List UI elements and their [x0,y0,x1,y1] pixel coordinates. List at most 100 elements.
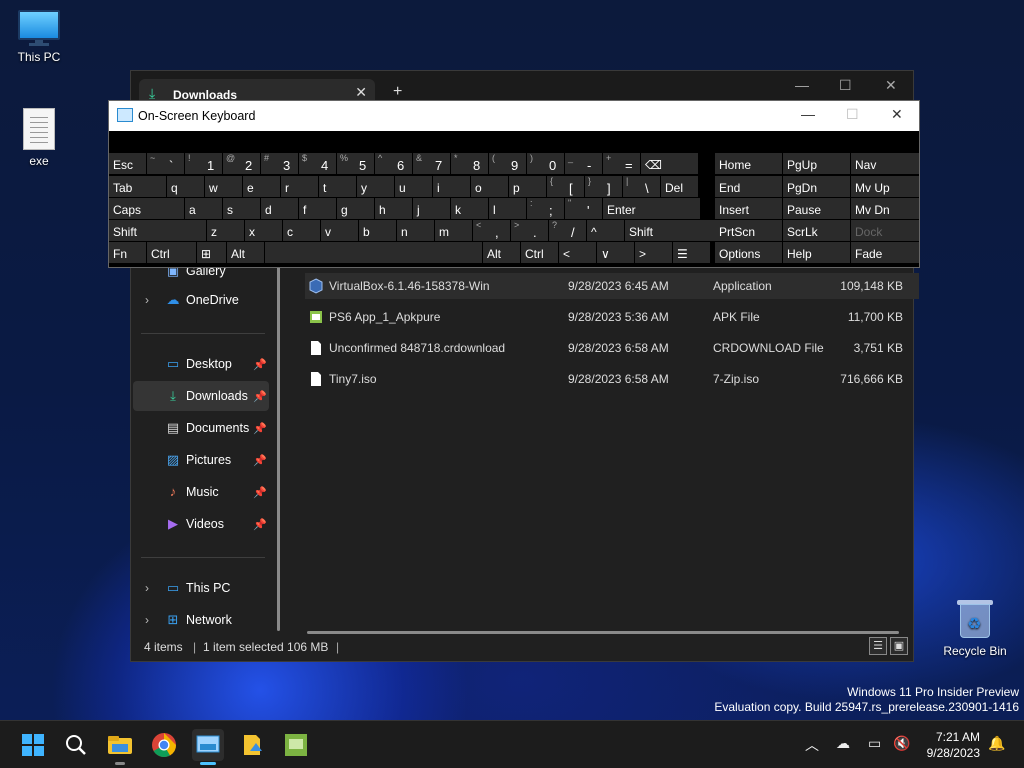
key[interactable]: ^ 6 [375,153,412,174]
key[interactable]: _ - [565,153,602,174]
key[interactable]: #3 [261,153,298,174]
key-options[interactable]: Options [715,242,782,263]
key[interactable]: ~ ` [147,153,184,174]
key-home[interactable]: Home [715,153,782,174]
file-row[interactable]: Tiny7.iso 9/28/2023 6:58 AM 7-Zip.iso 71… [305,366,919,392]
key-prtscn[interactable]: PrtScn [715,220,782,241]
minimize-button[interactable]: — [795,77,809,93]
key[interactable]: " ' [565,198,602,219]
key[interactable]: k [451,198,488,219]
key[interactable]: d [261,198,298,219]
key[interactable]: c [283,220,320,241]
file-explorer-button[interactable] [104,729,136,765]
maximize-button[interactable]: ☐ [839,77,852,94]
key[interactable]: Alt [483,242,520,263]
key[interactable]: {[ [547,176,584,197]
key[interactable]: i [433,176,470,197]
close-button[interactable]: ✕ [885,77,897,94]
pin-icon[interactable]: 📌 [253,390,267,403]
clock[interactable]: 7:21 AM 9/28/2023 [927,729,980,761]
search-button[interactable] [60,729,92,761]
desktop-icon-recycle-bin[interactable]: ♻ Recycle Bin [937,598,1013,658]
key[interactable]: (9 [489,153,526,174]
onedrive-icon[interactable]: ☁ [836,735,850,752]
pin-icon[interactable]: 📌 [253,454,267,467]
key[interactable]: Tab [109,176,166,197]
key[interactable]: ⌫ [641,153,698,174]
key[interactable]: ! 1 [185,153,222,174]
sidebar-item-music[interactable]: ♪ Music 📌 [133,477,269,507]
key[interactable]: >. [511,220,548,241]
key[interactable]: b [359,220,396,241]
start-button[interactable] [17,729,49,761]
key[interactable]: Fn [109,242,146,263]
key[interactable]: h [375,198,412,219]
pin-icon[interactable]: 📌 [253,422,267,435]
photos-button[interactable] [236,729,268,761]
desktop-icon-exe[interactable]: exe [1,108,77,168]
key[interactable]: Ctrl [521,242,558,263]
key-scrlk[interactable]: ScrLk [783,220,850,241]
file-row[interactable]: Unconfirmed 848718.crdownload 9/28/2023 … [305,335,919,361]
key[interactable]: :; [527,198,564,219]
volume-muted-icon[interactable]: 🔇 [893,735,910,752]
key[interactable]: Del [661,176,698,197]
key-pgup[interactable]: PgUp [783,153,850,174]
key[interactable]: ? / [549,220,586,241]
chevron-right-icon[interactable]: › [145,613,149,627]
key[interactable]: f [299,198,336,219]
key[interactable]: m [435,220,472,241]
chevron-right-icon[interactable]: › [145,581,149,595]
sidebar-scrollbar[interactable] [277,223,280,631]
key-help[interactable]: Help [783,242,850,263]
key[interactable]: ∨ [597,242,634,263]
key[interactable]: Esc [109,153,146,174]
key-pause[interactable]: Pause [783,198,850,219]
key[interactable]: > [635,242,672,263]
key[interactable]: z [207,220,244,241]
key[interactable]: Caps [109,198,184,219]
key[interactable]: Shift [109,220,206,241]
sidebar-item-onedrive[interactable]: › ☁ OneDrive [133,285,269,315]
key[interactable]: o [471,176,508,197]
key[interactable]: Enter [603,198,700,219]
network-icon[interactable]: ▭ [868,735,881,752]
key[interactable]: | \ [623,176,660,197]
sidebar-item-documents[interactable]: ▤ Documents 📌 [133,413,269,443]
key[interactable]: j [413,198,450,219]
key[interactable]: < [559,242,596,263]
key[interactable]: * 8 [451,153,488,174]
key[interactable]: x [245,220,282,241]
key[interactable]: ⊞ [197,242,226,263]
sidebar-item-desktop[interactable]: ▭ Desktop 📌 [133,349,269,379]
key[interactable]: s [223,198,260,219]
key[interactable] [265,242,482,263]
key-fade[interactable]: Fade [851,242,919,263]
chevron-right-icon[interactable]: › [145,293,149,307]
key[interactable]: t [319,176,356,197]
key[interactable]: y [357,176,394,197]
key[interactable]: % 5 [337,153,374,174]
file-row[interactable]: VirtualBox-6.1.46-158378-Win 9/28/2023 6… [305,273,919,299]
key[interactable]: ^ [587,220,624,241]
desktop-icon-this-pc[interactable]: This PC [1,10,77,64]
file-row[interactable]: PS6 App_1_Apkpure 9/28/2023 5:36 AM APK … [305,304,919,330]
sidebar-item-videos[interactable]: ▶ Videos 📌 [133,509,269,539]
chrome-button[interactable] [148,729,180,761]
key[interactable]: v [321,220,358,241]
key[interactable]: r [281,176,318,197]
new-tab-button[interactable]: + [393,83,402,101]
key[interactable]: + = [603,153,640,174]
pin-icon[interactable]: 📌 [253,358,267,371]
key[interactable]: Alt [227,242,264,263]
close-button[interactable]: ✕ [891,106,903,123]
pin-icon[interactable]: 📌 [253,518,267,531]
sidebar-item-this-pc[interactable]: › ▭ This PC [133,573,269,603]
key-mv-dn[interactable]: Mv Dn [851,198,919,219]
key[interactable]: @2 [223,153,260,174]
key[interactable]: $4 [299,153,336,174]
pin-icon[interactable]: 📌 [253,486,267,499]
key-dock[interactable]: Dock [851,220,919,241]
key[interactable]: g [337,198,374,219]
key-end[interactable]: End [715,176,782,197]
